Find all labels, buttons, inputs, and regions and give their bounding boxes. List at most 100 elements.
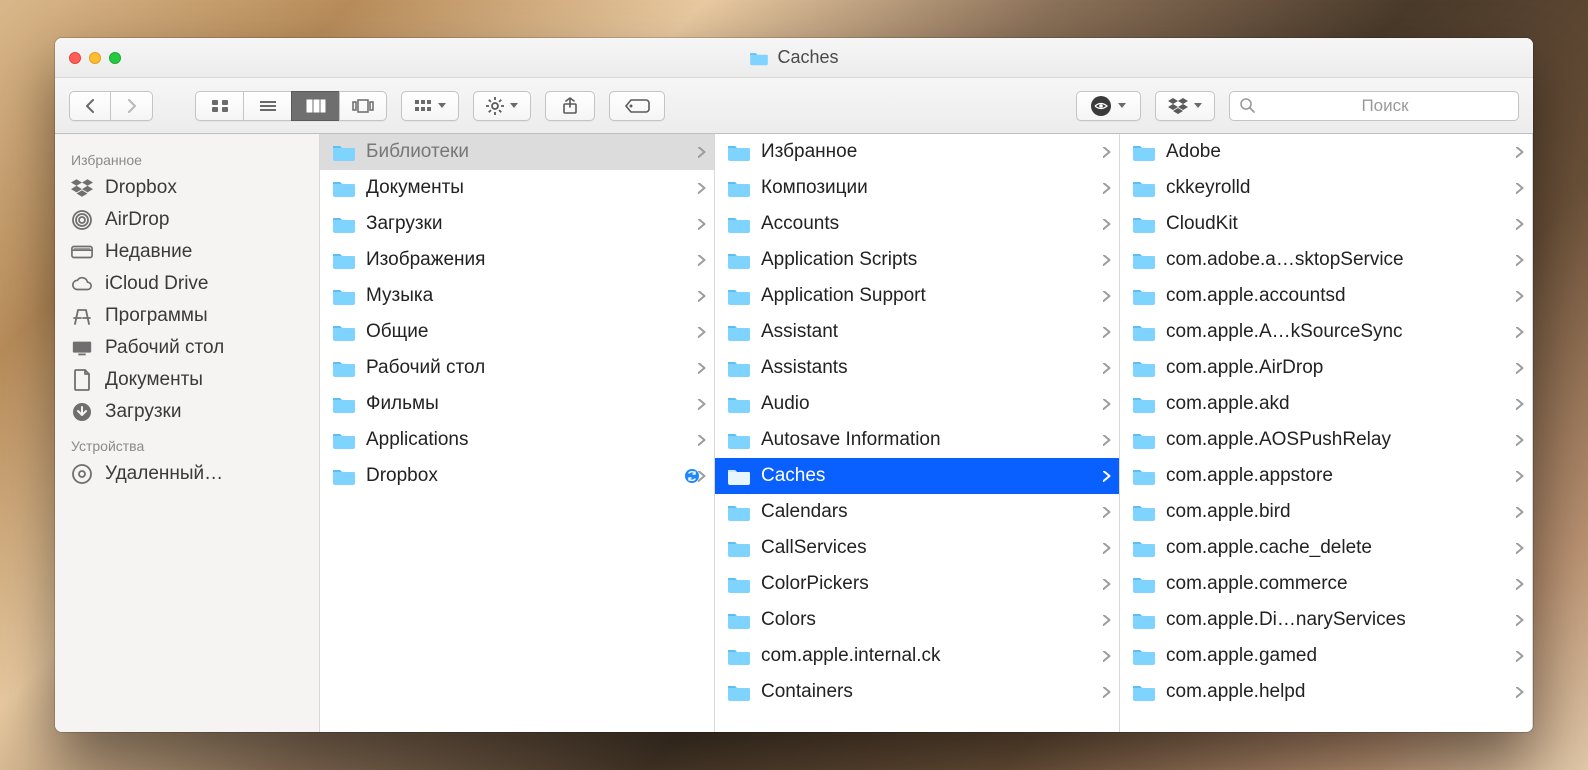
disclosure-arrow-icon xyxy=(1516,543,1524,554)
view-columns-button[interactable] xyxy=(291,91,339,121)
list-item[interactable]: Accounts xyxy=(715,206,1119,242)
folder-icon xyxy=(332,394,356,414)
folder-icon xyxy=(727,610,751,630)
item-label: com.apple.AOSPushRelay xyxy=(1166,429,1524,451)
list-item[interactable]: com.apple.commerce xyxy=(1120,566,1532,602)
sidebar-item-airdrop[interactable]: AirDrop xyxy=(55,204,319,236)
item-label: com.apple.commerce xyxy=(1166,573,1524,595)
sidebar-item-recents[interactable]: Недавние xyxy=(55,236,319,268)
sidebar-item-label: Рабочий стол xyxy=(105,337,224,359)
list-item[interactable]: Calendars xyxy=(715,494,1119,530)
folder-icon xyxy=(332,178,356,198)
sidebar-item-icloud[interactable]: iCloud Drive xyxy=(55,268,319,300)
list-item[interactable]: Assistant xyxy=(715,314,1119,350)
list-item[interactable]: com.apple.AirDrop xyxy=(1120,350,1532,386)
view-list-button[interactable] xyxy=(243,91,291,121)
list-item[interactable]: com.apple.A…kSourceSync xyxy=(1120,314,1532,350)
item-label: Adobe xyxy=(1166,141,1524,163)
sidebar-item-apps[interactable]: Программы xyxy=(55,300,319,332)
column-3: Adobe ckkeyrolldCloudKitcom.adobe.a…sktop… xyxy=(1120,134,1533,732)
list-item[interactable]: com.apple.cache_delete xyxy=(1120,530,1532,566)
list-item[interactable]: Рабочий стол xyxy=(320,350,714,386)
sidebar-item-desktop[interactable]: Рабочий стол xyxy=(55,332,319,364)
list-item[interactable]: Библиотеки xyxy=(320,134,714,170)
group-by-button[interactable] xyxy=(401,91,459,121)
list-item[interactable]: Colors xyxy=(715,602,1119,638)
share-button[interactable] xyxy=(545,91,595,121)
list-item[interactable]: Application Scripts xyxy=(715,242,1119,278)
list-item[interactable]: ColorPickers xyxy=(715,566,1119,602)
minimize-button[interactable] xyxy=(89,52,101,64)
list-item[interactable]: Фильмы xyxy=(320,386,714,422)
tags-button[interactable] xyxy=(609,91,665,121)
close-button[interactable] xyxy=(69,52,81,64)
view-gallery-button[interactable] xyxy=(339,91,387,121)
item-label: Application Scripts xyxy=(761,249,1111,271)
list-item[interactable]: Assistants xyxy=(715,350,1119,386)
list-item[interactable]: Application Support xyxy=(715,278,1119,314)
list-item[interactable]: Композиции xyxy=(715,170,1119,206)
list-icon xyxy=(259,99,277,113)
disclosure-arrow-icon xyxy=(1103,219,1111,230)
list-item[interactable]: Общие xyxy=(320,314,714,350)
list-item[interactable]: com.apple.Di…naryServices xyxy=(1120,602,1532,638)
list-item[interactable]: com.apple.appstore xyxy=(1120,458,1532,494)
search-input[interactable] xyxy=(1262,96,1508,116)
zoom-button[interactable] xyxy=(109,52,121,64)
list-item[interactable]: Caches xyxy=(715,458,1119,494)
list-item[interactable]: Autosave Information xyxy=(715,422,1119,458)
dropbox-toolbar-button[interactable] xyxy=(1155,91,1215,121)
list-item[interactable]: Adobe xyxy=(1120,134,1532,170)
disclosure-arrow-icon xyxy=(1103,651,1111,662)
list-item[interactable]: Избранное xyxy=(715,134,1119,170)
list-item[interactable]: CloudKit xyxy=(1120,206,1532,242)
list-item[interactable]: ckkeyrolld xyxy=(1120,170,1532,206)
view-icons-button[interactable] xyxy=(195,91,243,121)
folder-icon xyxy=(1132,394,1156,414)
list-item[interactable]: com.apple.internal.ck xyxy=(715,638,1119,674)
back-button[interactable] xyxy=(69,91,111,121)
list-item[interactable]: Containers xyxy=(715,674,1119,710)
list-item[interactable]: Музыка xyxy=(320,278,714,314)
disclosure-arrow-icon xyxy=(1516,615,1524,626)
list-item[interactable]: Изображения xyxy=(320,242,714,278)
list-item[interactable]: com.apple.bird xyxy=(1120,494,1532,530)
list-item[interactable]: Audio xyxy=(715,386,1119,422)
dark-mode-button[interactable] xyxy=(1076,91,1141,121)
list-item[interactable]: com.apple.akd xyxy=(1120,386,1532,422)
folder-icon xyxy=(1132,466,1156,486)
disclosure-arrow-icon xyxy=(698,219,706,230)
list-item[interactable]: Dropbox xyxy=(320,458,714,494)
item-label: Избранное xyxy=(761,141,1111,163)
action-button[interactable] xyxy=(473,91,531,121)
list-item[interactable]: CallServices xyxy=(715,530,1119,566)
item-label: com.apple.helpd xyxy=(1166,681,1524,703)
list-item[interactable]: com.apple.accountsd xyxy=(1120,278,1532,314)
disclosure-arrow-icon xyxy=(1516,507,1524,518)
folder-icon xyxy=(332,142,356,162)
disclosure-arrow-icon xyxy=(698,327,706,338)
sidebar-item-downloads[interactable]: Загрузки xyxy=(55,396,319,428)
list-item[interactable]: com.adobe.a…sktopService xyxy=(1120,242,1532,278)
folder-icon xyxy=(727,466,751,486)
disclosure-arrow-icon xyxy=(1103,579,1111,590)
view-switcher xyxy=(195,91,387,121)
forward-button[interactable] xyxy=(111,91,153,121)
disclosure-arrow-icon xyxy=(698,363,706,374)
list-item[interactable]: com.apple.AOSPushRelay xyxy=(1120,422,1532,458)
item-label: Dropbox xyxy=(366,465,674,487)
list-item[interactable]: com.apple.helpd xyxy=(1120,674,1532,710)
search-field[interactable] xyxy=(1229,91,1519,121)
list-item[interactable]: Документы xyxy=(320,170,714,206)
sidebar-item-docs[interactable]: Документы xyxy=(55,364,319,396)
sidebar-item-dropbox[interactable]: Dropbox xyxy=(55,172,319,204)
list-item[interactable]: Загрузки xyxy=(320,206,714,242)
folder-icon xyxy=(1132,610,1156,630)
item-label: com.apple.gamed xyxy=(1166,645,1524,667)
sidebar-item-remote[interactable]: Удаленный… xyxy=(55,458,319,490)
body: ИзбранноеDropboxAirDropНедавниеiCloud Dr… xyxy=(55,134,1533,732)
list-item[interactable]: com.apple.gamed xyxy=(1120,638,1532,674)
chevron-down-icon xyxy=(510,103,518,108)
folder-icon xyxy=(727,142,751,162)
list-item[interactable]: Applications xyxy=(320,422,714,458)
